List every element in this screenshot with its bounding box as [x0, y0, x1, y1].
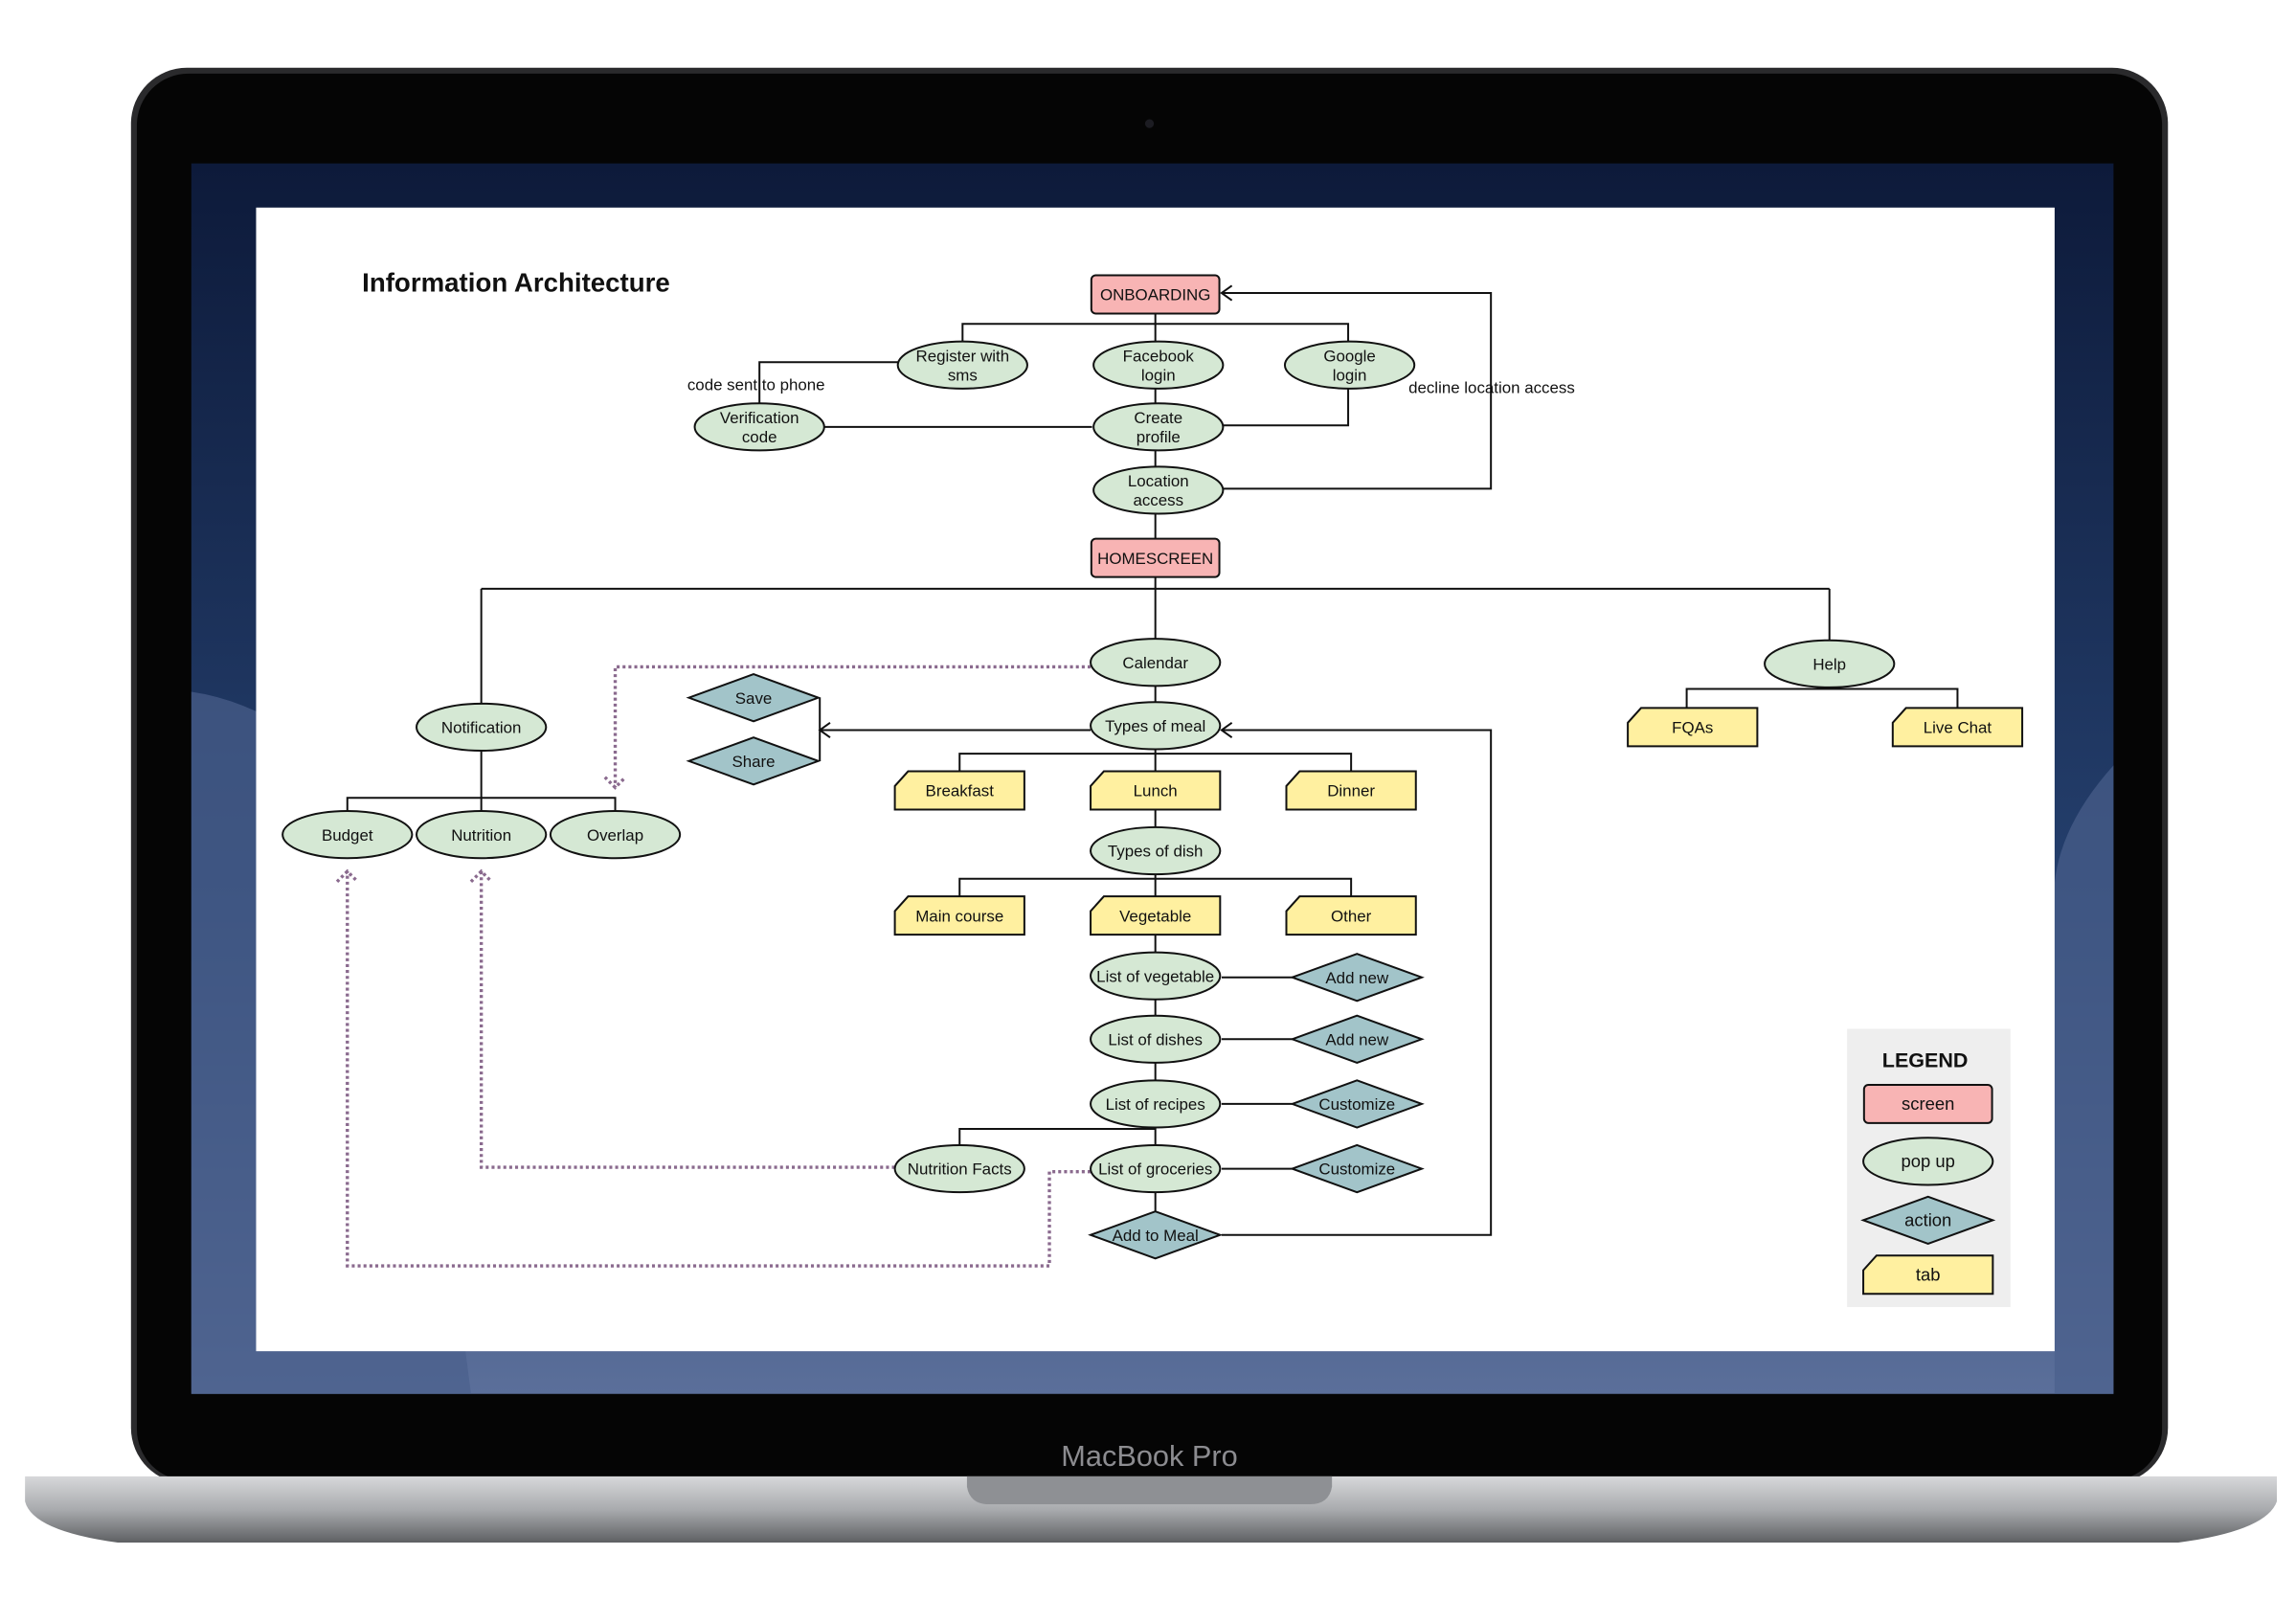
node-label: Overlap [587, 826, 643, 845]
node-label: Lunch [1134, 782, 1178, 800]
node-label: Dinner [1327, 782, 1375, 800]
node-label: List of groceries [1098, 1161, 1212, 1179]
node-label: Nutrition [451, 826, 511, 845]
node-label: sms [948, 366, 978, 384]
edge-label: decline location access [1408, 378, 1575, 396]
node-label: Types of dish [1108, 843, 1204, 861]
node-label: Main course [915, 907, 1003, 925]
laptop-notch [966, 1476, 1333, 1505]
node-label: FQAs [1672, 719, 1713, 737]
node-label: Calendar [1122, 654, 1188, 672]
node-label: ONBOARDING [1100, 286, 1210, 304]
node-label: Types of meal [1105, 717, 1205, 735]
node-label: Save [735, 689, 772, 708]
legend-label: screen [1902, 1093, 1954, 1114]
node-label: Nutrition Facts [908, 1161, 1012, 1179]
diagram-title: Information Architecture [362, 267, 670, 297]
node-label: List of dishes [1108, 1030, 1203, 1048]
node-label: Other [1331, 907, 1372, 925]
device-label: MacBook Pro [1061, 1439, 1237, 1473]
legend-label: action [1904, 1210, 1951, 1230]
node-label: Add new [1325, 969, 1389, 987]
node-label: access [1133, 491, 1183, 509]
node-label: Budget [322, 826, 373, 845]
node-label: Notification [441, 719, 522, 737]
node-label: Customize [1318, 1095, 1395, 1114]
legend-title: LEGEND [1882, 1048, 1969, 1071]
node-label: Vegetable [1119, 907, 1191, 925]
node-label: Register with [916, 347, 1010, 365]
node-label: List of recipes [1106, 1095, 1205, 1114]
node-label: code [742, 428, 777, 446]
node-label: List of vegetable [1096, 967, 1214, 985]
node-label: Location [1128, 472, 1189, 490]
node-label: HOMESCREEN [1097, 550, 1213, 568]
laptop-mockup: MacBook Pro ONBOARDING Register withsms Fa… [25, 67, 2278, 1544]
legend-label: pop up [1902, 1151, 1955, 1171]
node-label: Live Chat [1924, 719, 1992, 737]
node-label: login [1141, 366, 1176, 384]
camera-icon [1144, 119, 1155, 128]
edge-label: code sent to phone [687, 375, 825, 394]
node-label: Breakfast [926, 782, 995, 800]
node-label: Add new [1325, 1030, 1389, 1048]
legend-label: tab [1916, 1264, 1941, 1284]
node-label: Create [1134, 409, 1182, 427]
node-label: profile [1137, 428, 1181, 446]
node-label: Help [1812, 655, 1846, 673]
node-label: Verification [720, 409, 799, 427]
node-label: Google [1323, 347, 1375, 365]
node-label: Facebook [1123, 347, 1195, 365]
node-label: Add to Meal [1113, 1227, 1199, 1245]
node-label: Share [732, 753, 775, 771]
node-label: Customize [1318, 1161, 1395, 1179]
node-label: login [1333, 366, 1367, 384]
